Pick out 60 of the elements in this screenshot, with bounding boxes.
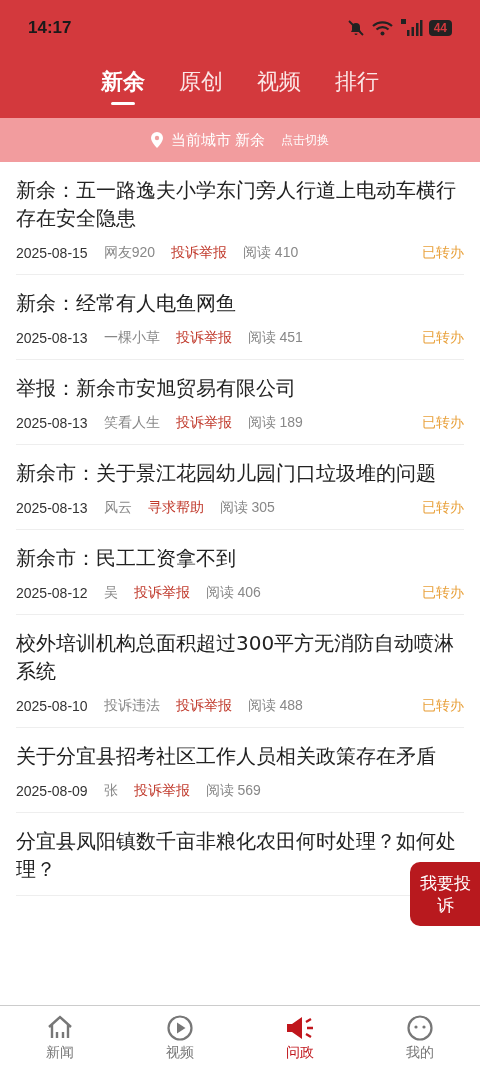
post-author: 吴 bbox=[103, 584, 118, 602]
post-status: 已转办 bbox=[422, 584, 464, 602]
read-count: 阅读 569 bbox=[205, 782, 261, 800]
location-pin-icon bbox=[150, 132, 163, 148]
bell-muted-icon bbox=[346, 18, 365, 37]
post-category: 投诉举报 bbox=[175, 697, 232, 715]
current-city: 当前城市 新余 bbox=[170, 130, 266, 150]
post-author: 投诉违法 bbox=[103, 697, 160, 715]
tab[interactable]: 新余 bbox=[95, 63, 151, 107]
post-category: 投诉举报 bbox=[171, 244, 227, 262]
complain-button[interactable]: 我要投诉 bbox=[410, 862, 480, 926]
post-category: 投诉举报 bbox=[133, 584, 190, 602]
battery-indicator: 44 bbox=[428, 19, 452, 36]
post-category: 投诉举报 bbox=[175, 414, 232, 432]
status-time: 14:17 bbox=[28, 17, 72, 38]
post-author: 一棵小草 bbox=[103, 329, 160, 347]
post-author: 张 bbox=[103, 782, 118, 800]
signal-icon bbox=[400, 18, 423, 37]
read-count: 阅读 451 bbox=[247, 329, 303, 347]
post-date: 2025-08-09 bbox=[16, 783, 88, 799]
post-title[interactable]: 新余市：民工工资拿不到 bbox=[16, 544, 464, 572]
read-count: 阅读 189 bbox=[247, 414, 303, 432]
post-category: 寻求帮助 bbox=[147, 499, 204, 517]
post-title[interactable]: 新余：五一路逸夫小学东门旁人行道上电动车横行存在安全隐患 bbox=[16, 176, 464, 232]
post-title[interactable]: 校外培训机构总面积超过300平方无消防自动喷淋系统 bbox=[16, 629, 464, 685]
speaker-icon bbox=[285, 1014, 315, 1042]
post-author: 网友920 bbox=[103, 244, 155, 262]
post-title[interactable]: 举报：新余市安旭贸易有限公司 bbox=[16, 374, 464, 402]
wifi-icon bbox=[370, 18, 395, 37]
tab[interactable]: 视频 bbox=[251, 63, 307, 107]
read-count: 阅读 488 bbox=[247, 697, 303, 715]
post-author: 笑看人生 bbox=[103, 414, 160, 432]
read-count: 阅读 406 bbox=[205, 584, 261, 602]
nav-tab[interactable]: 新闻 bbox=[0, 1006, 120, 1072]
post-status: 已转办 bbox=[422, 414, 464, 432]
post-title[interactable]: 新余：经常有人电鱼网鱼 bbox=[16, 289, 464, 317]
post-category: 投诉举报 bbox=[175, 329, 232, 347]
post-category: 投诉举报 bbox=[133, 782, 190, 800]
post-date: 2025-08-13 bbox=[16, 500, 88, 516]
nav-tab[interactable]: 我的 bbox=[360, 1006, 480, 1072]
tab[interactable]: 排行 bbox=[329, 63, 385, 107]
post-status: 已转办 bbox=[422, 329, 464, 347]
post-date: 2025-08-10 bbox=[16, 698, 88, 714]
nav-tab[interactable]: 问政 bbox=[240, 1006, 360, 1072]
post-status: 已转办 bbox=[422, 499, 464, 517]
post-status: 已转办 bbox=[422, 244, 464, 262]
read-count: 阅读 305 bbox=[219, 499, 275, 517]
post-date: 2025-08-15 bbox=[16, 245, 88, 261]
post-date: 2025-08-12 bbox=[16, 585, 88, 601]
read-count: 阅读 410 bbox=[243, 244, 299, 262]
post-date: 2025-08-13 bbox=[16, 330, 88, 346]
post-title[interactable]: 关于分宜县招考社区工作人员相关政策存在矛盾 bbox=[16, 742, 464, 770]
tab[interactable]: 原创 bbox=[173, 63, 229, 107]
post-title[interactable]: 新余市：关于景江花园幼儿园门口垃圾堆的问题 bbox=[16, 459, 464, 487]
post-status: 已转办 bbox=[422, 697, 464, 715]
post-date: 2025-08-13 bbox=[16, 415, 88, 431]
face-icon bbox=[406, 1014, 434, 1042]
nav-tab[interactable]: 视频 bbox=[120, 1006, 240, 1072]
post-author: 风云 bbox=[103, 499, 132, 517]
play-icon bbox=[166, 1014, 194, 1042]
